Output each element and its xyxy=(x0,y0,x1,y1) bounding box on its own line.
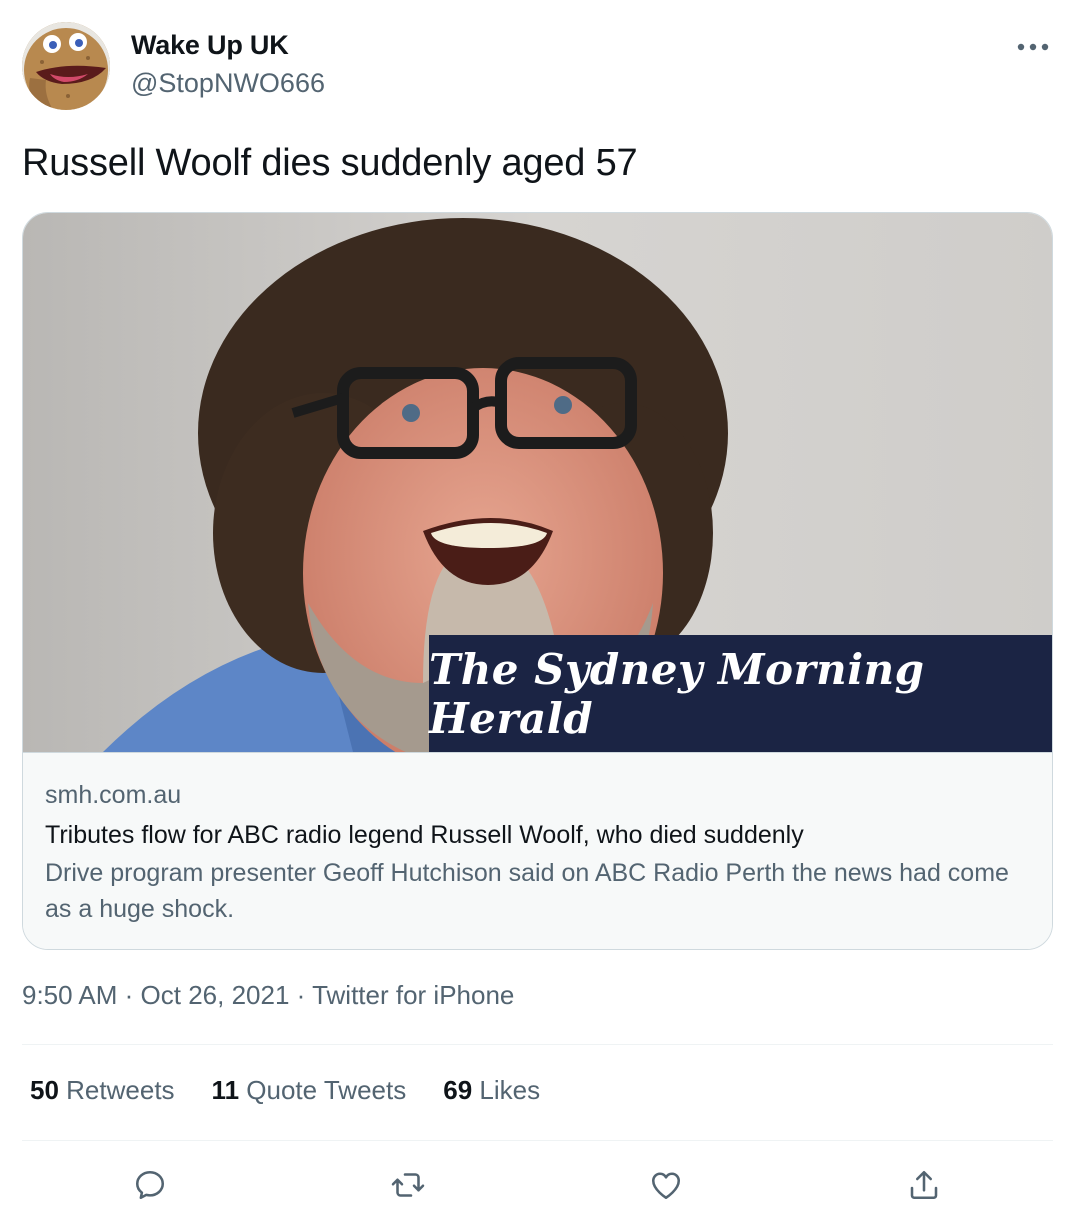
card-domain: smh.com.au xyxy=(45,781,182,809)
reply-button[interactable] xyxy=(127,1162,173,1208)
retweets-stat[interactable]: 50 Retweets xyxy=(30,1075,175,1106)
share-button[interactable] xyxy=(901,1162,947,1208)
publication-masthead: The Sydney Morning Herald xyxy=(429,635,1052,752)
meta-separator: · xyxy=(296,980,313,1010)
like-button[interactable] xyxy=(643,1162,689,1208)
meta-separator: · xyxy=(124,980,141,1010)
likes-stat[interactable]: 69 Likes xyxy=(443,1075,540,1106)
reply-icon xyxy=(135,1170,165,1200)
more-horizontal-icon xyxy=(1017,43,1049,51)
masthead-text: The Sydney Morning Herald xyxy=(429,644,925,743)
card-title: Tributes flow for ABC radio legend Russe… xyxy=(45,821,804,849)
likes-label: Likes xyxy=(479,1075,541,1105)
divider xyxy=(22,1140,1053,1141)
link-card[interactable]: The Sydney Morning Herald smh.com.au Tri… xyxy=(22,212,1053,950)
engagement-stats: 50 Retweets 11 Quote Tweets 69 Likes xyxy=(30,1075,540,1106)
card-description: Drive program presenter Geoff Hutchison … xyxy=(45,859,1009,923)
tweet: Wake Up UK @StopNWO666 Russell Woolf die… xyxy=(0,0,1089,1218)
more-options-button[interactable] xyxy=(1013,34,1053,60)
retweets-count: 50 xyxy=(30,1075,59,1105)
card-body: smh.com.au Tributes flow for ABC radio l… xyxy=(23,752,1052,949)
tweet-meta: 9:50 AM · Oct 26, 2021 · Twitter for iPh… xyxy=(22,980,514,1011)
quotes-count: 11 xyxy=(211,1075,240,1105)
heart-icon xyxy=(651,1172,681,1200)
likes-count: 69 xyxy=(443,1075,473,1105)
display-name[interactable]: Wake Up UK xyxy=(131,30,289,61)
avatar-image xyxy=(22,22,110,110)
card-image: The Sydney Morning Herald xyxy=(23,213,1052,752)
tweet-text: Russell Woolf dies suddenly aged 57 xyxy=(22,142,638,184)
quotes-label: Quote Tweets xyxy=(246,1075,407,1105)
retweet-icon xyxy=(391,1173,425,1197)
avatar[interactable] xyxy=(22,22,110,110)
tweet-time[interactable]: 9:50 AM xyxy=(22,980,117,1010)
share-icon xyxy=(910,1170,938,1200)
quote-tweets-stat[interactable]: 11 Quote Tweets xyxy=(212,1075,407,1106)
tweet-date[interactable]: Oct 26, 2021 xyxy=(141,980,290,1010)
user-handle[interactable]: @StopNWO666 xyxy=(131,68,325,99)
action-bar xyxy=(0,1162,1089,1208)
divider xyxy=(22,1044,1053,1045)
tweet-source[interactable]: Twitter for iPhone xyxy=(312,980,514,1010)
retweet-button[interactable] xyxy=(385,1162,431,1208)
retweets-label: Retweets xyxy=(66,1075,175,1105)
